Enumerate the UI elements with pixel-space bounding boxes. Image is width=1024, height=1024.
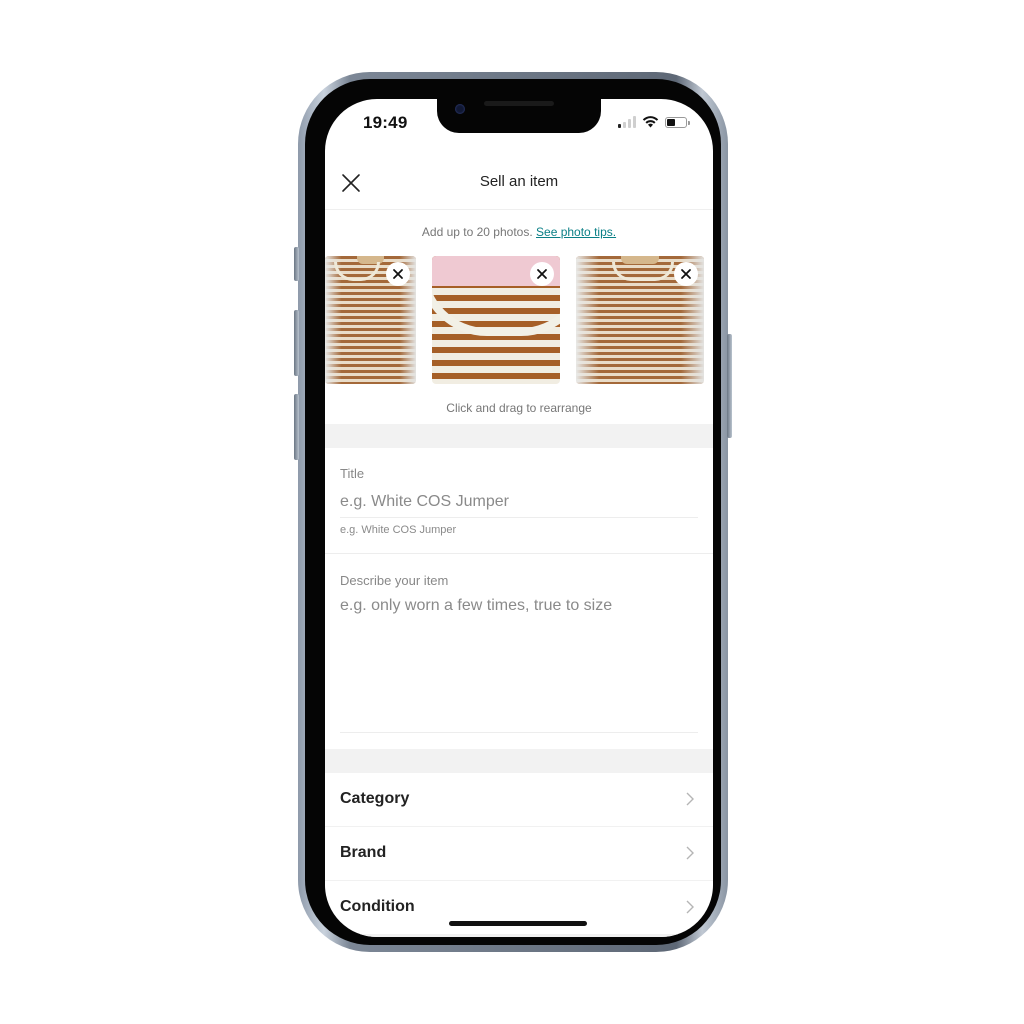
phone-frame: 19:49 Sell an item Add up to 20 photos. … [294,72,732,952]
wifi-icon [642,116,659,128]
front-camera [455,104,465,114]
cellular-signal-icon [618,116,636,128]
photo-thumbnail[interactable] [432,256,560,384]
bezel: 19:49 Sell an item Add up to 20 photos. … [305,79,721,945]
section-separator [325,749,713,773]
description-input[interactable] [340,597,698,727]
close-icon [537,269,547,279]
title-label: Title [340,466,365,481]
photo-strip [325,256,713,384]
notch [437,99,601,133]
speaker [484,101,554,106]
status-icons [618,116,690,128]
category-label: Category [340,790,410,807]
rearrange-hint: Click and drag to rearrange [446,401,592,415]
section-separator [325,935,713,937]
battery-level [667,118,676,126]
mute-switch [294,247,299,281]
status-time: 19:49 [363,113,408,132]
photo-hint: Add up to 20 photos. See photo tips. [325,225,713,239]
page-title: Sell an item [479,173,559,190]
remove-photo-button[interactable] [530,262,554,286]
nav-bar: Sell an item [325,157,713,210]
chevron-right-icon [686,792,694,806]
photo-limit-text: Add up to 20 photos. [421,225,533,239]
description-label: Describe your item [340,573,449,588]
condition-label: Condition [340,898,415,915]
close-icon [393,269,403,279]
volume-down-button [294,394,299,460]
brand-label: Brand [340,844,387,861]
screen: 19:49 Sell an item Add up to 20 photos. … [325,99,713,937]
photo-thumbnail[interactable] [576,256,704,384]
home-indicator[interactable] [449,921,587,926]
battery-icon [665,116,690,128]
chevron-right-icon [686,846,694,860]
section-separator [325,424,713,448]
power-button [727,334,732,438]
volume-up-button [294,310,299,376]
title-helper-text: e.g. White COS Jumper [340,524,457,536]
title-input[interactable] [340,491,698,513]
category-row[interactable]: Category [325,773,713,827]
remove-photo-button[interactable] [386,262,410,286]
photo-tips-link[interactable]: See photo tips. [536,225,616,239]
description-divider [340,732,698,733]
photo-thumbnail[interactable] [325,256,416,384]
condition-row[interactable]: Condition [325,881,713,935]
chevron-right-icon [686,900,694,914]
field-divider [325,553,713,554]
brand-row[interactable]: Brand [325,827,713,881]
title-divider [340,517,698,518]
remove-photo-button[interactable] [674,262,698,286]
close-icon [681,269,691,279]
